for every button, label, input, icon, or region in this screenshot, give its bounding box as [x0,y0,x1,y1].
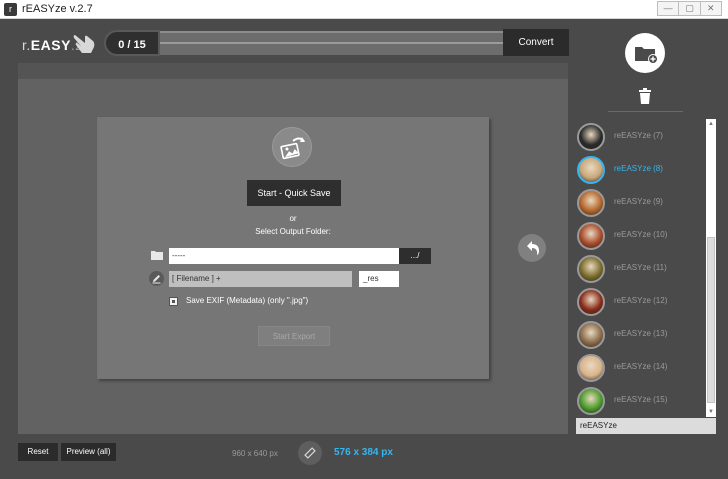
window-controls: — ▢ ✕ [657,1,722,17]
file-label: reEASYze (14) [614,362,668,371]
minimize-button[interactable]: — [657,1,680,16]
close-button[interactable]: ✕ [699,1,722,16]
app-body: r.EASY.ze 0 / 15 Convert Start - Quick S… [0,19,728,479]
convert-button[interactable]: Convert [503,29,569,56]
file-list-item[interactable]: reEASYze (14) [576,352,706,384]
export-dialog: Start - Quick Save or Select Output Fold… [97,117,489,379]
filename-pattern-input[interactable]: [ Filename ] + [169,271,352,287]
file-list-item[interactable]: reEASYze (12) [576,286,706,318]
save-images-icon [272,127,312,167]
file-label: reEASYze (8) [614,164,663,173]
scroll-up-arrow[interactable]: ▲ [706,119,716,129]
file-label: reEASYze (11) [614,263,667,272]
stage-header-bar [18,63,568,79]
app-icon: r [4,3,17,16]
file-thumbnail [577,222,605,250]
save-exif-checkbox[interactable] [169,297,178,306]
save-exif-label: Save EXIF (Metadata) (only ".jpg") [186,296,309,305]
start-export-button[interactable]: Start Export [258,326,330,346]
add-folder-icon [635,47,658,64]
original-size-label: 960 x 640 px [232,449,278,458]
progress-fill [160,42,503,44]
browse-folder-button[interactable]: .../ [399,248,431,264]
ruler-icon [304,447,316,459]
file-thumbnail [577,123,605,151]
rename-pencil-icon [149,271,164,286]
file-label: reEASYze (13) [614,329,668,338]
add-folder-button[interactable] [625,33,665,73]
file-thumbnail [577,321,605,349]
file-thumbnail [577,255,605,283]
progress-bar [160,31,503,55]
maximize-button[interactable]: ▢ [678,1,701,16]
preview-all-button[interactable]: Preview (all) [61,443,116,461]
logo-prefix: r. [22,37,31,53]
file-list-item[interactable]: reEASYze (10) [576,220,706,252]
target-size-label: 576 x 384 px [334,447,393,458]
resize-ruler-button[interactable] [298,441,322,465]
file-thumbnail [577,387,605,415]
file-thumbnail [577,354,605,382]
file-label: reEASYze (12) [614,296,668,305]
file-list-item[interactable]: reEASYze (13) [576,319,706,351]
collection-name-field[interactable]: reEASYze [576,418,716,434]
output-folder-input[interactable]: ----- [169,248,399,264]
reset-button[interactable]: Reset [18,443,58,461]
panel-divider [608,111,683,112]
file-counter: 0 / 15 [104,30,160,56]
file-label: reEASYze (9) [614,197,663,206]
file-list[interactable]: reEASYze (7) reEASYze (8) reEASYze (9) reEA… [576,119,706,417]
file-thumbnail [577,288,605,316]
file-list-item[interactable]: reEASYze (8) [576,154,706,186]
quick-save-button[interactable]: Start - Quick Save [247,180,341,206]
pointing-hand-icon [73,35,95,53]
file-list-item[interactable]: reEASYze (11) [576,253,706,285]
undo-arrow-icon [527,241,539,255]
scroll-thumb[interactable] [707,237,715,403]
file-list-item[interactable]: reEASYze (15) [576,385,706,417]
file-list-item[interactable]: reEASYze (7) [576,121,706,153]
file-label: reEASYze (15) [614,395,668,404]
preview-stage: Start - Quick Save or Select Output Fold… [18,63,568,434]
file-list-scrollbar[interactable]: ▲ ▼ [706,119,716,417]
or-label: or [289,214,297,223]
scroll-down-arrow[interactable]: ▼ [706,407,716,417]
logo-main: EASY [30,37,71,53]
file-label: reEASYze (7) [614,131,663,140]
select-output-folder-label: Select Output Folder: [255,227,331,236]
file-thumbnail [577,156,605,184]
file-list-item[interactable]: reEASYze (9) [576,187,706,219]
file-label: reEASYze (10) [614,230,668,239]
trash-icon[interactable] [638,88,652,104]
filename-suffix-input[interactable]: _res [359,271,399,287]
file-thumbnail [577,189,605,217]
undo-button[interactable] [518,234,546,262]
window-title: rEASYze v.2.7 [22,3,93,15]
title-bar: r rEASYze v.2.7 — ▢ ✕ [0,0,728,19]
folder-icon [151,251,163,260]
